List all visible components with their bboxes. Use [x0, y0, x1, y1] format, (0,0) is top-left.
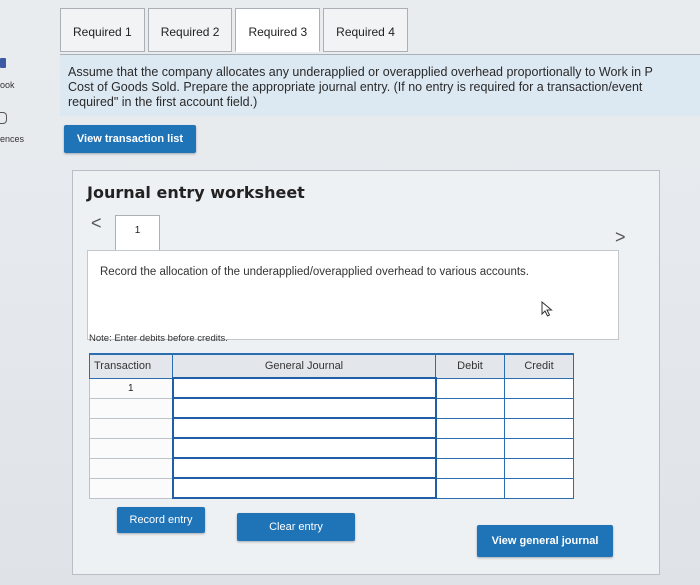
- credit-field[interactable]: [504, 437, 574, 459]
- debit-field[interactable]: [435, 437, 505, 459]
- account-field[interactable]: [171, 397, 437, 419]
- sidebar-item-ebook[interactable]: ook: [0, 80, 15, 90]
- worksheet-title: Journal entry worksheet: [87, 183, 305, 202]
- debit-field[interactable]: [435, 397, 505, 419]
- table-row: [89, 417, 574, 439]
- transaction-cell: [89, 417, 173, 439]
- credit-field[interactable]: [504, 457, 574, 479]
- credit-field[interactable]: [504, 397, 574, 419]
- credit-field[interactable]: [504, 377, 574, 399]
- table-row: [89, 477, 574, 499]
- table-row: [89, 437, 574, 459]
- tab-required-2[interactable]: Required 2: [147, 8, 233, 52]
- tab-required-4[interactable]: Required 4: [323, 8, 408, 52]
- header-debit: Debit: [435, 353, 505, 379]
- clear-entry-button[interactable]: Clear entry: [237, 513, 355, 541]
- entry-description-text: Record the allocation of the underapplie…: [100, 266, 529, 278]
- sidebar-item-references[interactable]: ences: [0, 134, 24, 144]
- entry-tab-1[interactable]: 1: [115, 215, 160, 251]
- table-row: [89, 397, 574, 419]
- account-field[interactable]: [171, 377, 437, 399]
- requirement-tabs: Required 1 Required 2 Required 3 Require…: [60, 8, 411, 54]
- chevron-left-icon[interactable]: <: [91, 213, 102, 234]
- instructions-line-3: required" in the first account field.): [68, 95, 258, 109]
- credit-field[interactable]: [504, 417, 574, 439]
- book-icon[interactable]: [0, 58, 6, 68]
- debit-field[interactable]: [435, 377, 505, 399]
- transaction-cell: [89, 437, 173, 459]
- sidebar: ook ences: [0, 50, 45, 170]
- view-general-journal-button[interactable]: View general journal: [477, 525, 613, 557]
- entry-description: Record the allocation of the underapplie…: [87, 250, 619, 340]
- table-row: 1: [89, 377, 574, 399]
- chevron-right-icon[interactable]: >: [615, 227, 626, 248]
- account-field[interactable]: [171, 417, 437, 439]
- instructions-line-2: Cost of Goods Sold. Prepare the appropri…: [68, 80, 643, 94]
- transaction-cell: [89, 457, 173, 479]
- header-general-journal: General Journal: [172, 353, 436, 379]
- account-field[interactable]: [171, 457, 437, 479]
- header-transaction: Transaction: [89, 353, 173, 379]
- debit-field[interactable]: [435, 417, 505, 439]
- transaction-cell: [89, 397, 173, 419]
- account-field[interactable]: [171, 477, 437, 499]
- transaction-cell: [89, 477, 173, 499]
- record-entry-button[interactable]: Record entry: [117, 507, 205, 533]
- tab-required-1[interactable]: Required 1: [60, 8, 145, 52]
- account-field[interactable]: [171, 437, 437, 459]
- references-icon[interactable]: [0, 112, 7, 124]
- debit-field[interactable]: [435, 477, 505, 499]
- instructions-line-1: Assume that the company allocates any un…: [68, 65, 653, 79]
- view-transaction-list-button[interactable]: View transaction list: [64, 125, 196, 153]
- header-credit: Credit: [504, 353, 574, 379]
- journal-entry-worksheet: Journal entry worksheet < > 1 Record the…: [72, 170, 660, 575]
- debit-field[interactable]: [435, 457, 505, 479]
- transaction-cell: 1: [89, 377, 173, 399]
- journal-table: Transaction General Journal Debit Credit…: [89, 353, 574, 499]
- instructions-panel: Assume that the company allocates any un…: [60, 54, 700, 116]
- mouse-cursor-icon: [541, 301, 553, 317]
- credit-field[interactable]: [504, 477, 574, 499]
- tab-required-3[interactable]: Required 3: [235, 8, 321, 52]
- debit-credit-note: Note: Enter debits before credits.: [89, 333, 228, 344]
- table-row: [89, 457, 574, 479]
